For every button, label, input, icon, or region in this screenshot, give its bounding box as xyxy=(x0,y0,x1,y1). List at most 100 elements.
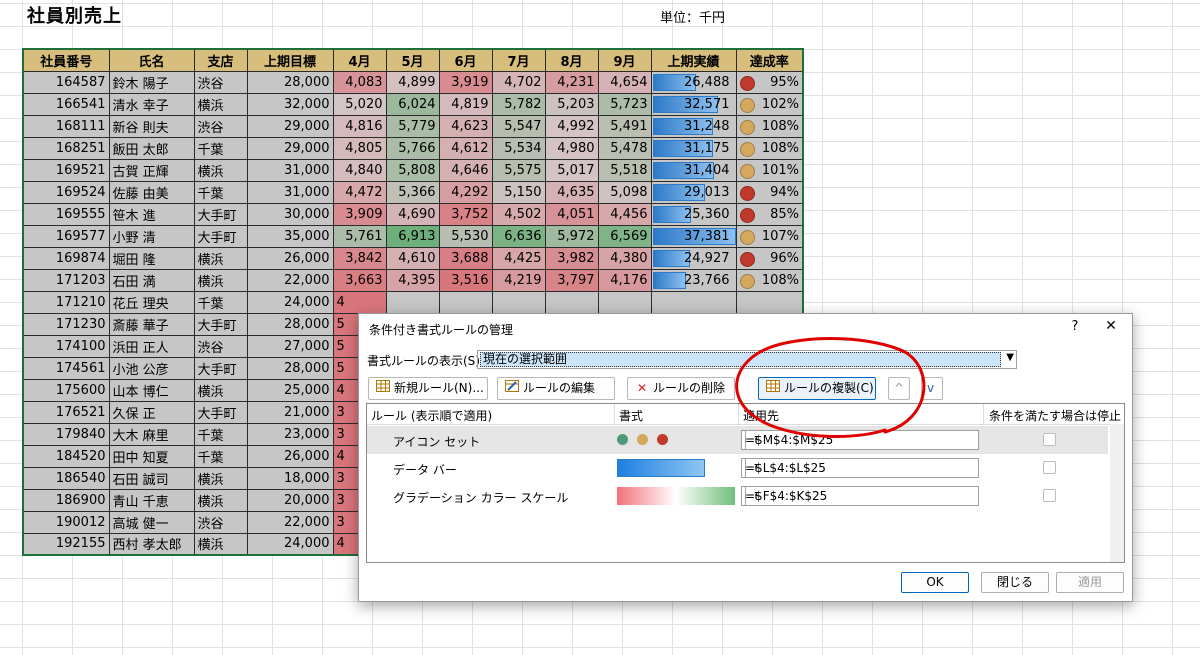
actual-total-cell[interactable]: 24,927 xyxy=(650,246,737,270)
actual-total-cell[interactable]: 25,360 xyxy=(650,202,737,226)
achievement-rate-cell[interactable]: 108% xyxy=(735,268,804,292)
table-row[interactable]: 169874 堀田 隆横浜 26,000 3,842 4,610 3,688 4,425 3,… xyxy=(22,246,804,270)
monthly-sales-cell[interactable]: 5,518 xyxy=(597,158,652,182)
employee-name-cell[interactable]: 古賀 正輝 xyxy=(108,158,195,182)
ok-button[interactable]: OK xyxy=(901,572,969,593)
branch-cell[interactable]: 千葉 xyxy=(193,136,248,160)
monthly-sales-cell[interactable]: 3,842 xyxy=(332,246,387,270)
monthly-sales-cell[interactable]: 5,779 xyxy=(385,114,440,138)
employee-id-cell[interactable]: 169577 xyxy=(22,224,110,248)
employee-id-cell[interactable]: 171230 xyxy=(22,312,110,336)
actual-total-cell[interactable]: 29,013 xyxy=(650,180,737,204)
table-row[interactable]: 169555 笹木 進大手町 30,000 3,909 4,690 3,752 4,502 4… xyxy=(22,202,804,226)
monthly-sales-cell[interactable]: 5,972 xyxy=(544,224,599,248)
employee-name-cell[interactable]: 久保 正 xyxy=(108,400,195,424)
delete-rule-button[interactable]: ✕ルールの削除(D) xyxy=(627,377,735,416)
monthly-sales-cell[interactable]: 4,840 xyxy=(332,158,387,182)
monthly-sales-cell[interactable]: 5,766 xyxy=(385,136,440,160)
applies-to-input[interactable]: =$L$4:$L$25 ⭱ xyxy=(741,458,979,478)
target-cell[interactable]: 22,000 xyxy=(246,268,334,292)
actual-total-cell[interactable]: 32,571 xyxy=(650,92,737,116)
target-cell[interactable]: 31,000 xyxy=(246,158,334,182)
achievement-rate-cell[interactable]: 94% xyxy=(735,180,804,204)
rule-row-data-bar[interactable]: データ バー =$L$4:$L$25 ⭱ xyxy=(367,454,1108,482)
dialog-titlebar[interactable]: 条件付き書式ルールの管理 ? ✕ xyxy=(359,314,1132,344)
monthly-sales-cell[interactable]: 4,635 xyxy=(544,180,599,204)
monthly-sales-cell[interactable]: 4,992 xyxy=(544,114,599,138)
close-button[interactable]: 閉じる xyxy=(981,572,1049,593)
column-divider[interactable] xyxy=(738,404,739,424)
target-cell[interactable]: 22,000 xyxy=(246,510,334,534)
table-row[interactable]: 166541 清水 幸子 横浜 32,000 5,020 6,024 4,819 5,782 5… xyxy=(22,92,804,116)
target-cell[interactable]: 24,000 xyxy=(246,532,334,556)
branch-cell[interactable]: 大手町 xyxy=(193,312,248,336)
monthly-sales-cell[interactable]: 5,150 xyxy=(491,180,546,204)
monthly-sales-cell[interactable]: 4,472 xyxy=(332,180,387,204)
employee-name-cell[interactable]: 大木 麻里 xyxy=(108,422,195,446)
achievement-rate-cell[interactable]: 107% xyxy=(735,224,804,248)
monthly-sales-cell[interactable]: 3,663 xyxy=(332,268,387,292)
target-cell[interactable]: 26,000 xyxy=(246,444,334,468)
duplicate-rule-button[interactable]: ルールの複製(C) xyxy=(758,377,876,400)
employee-name-cell[interactable]: 西村 孝太郎 xyxy=(108,532,195,556)
table-row[interactable]: 168251 飯田 太郎 千葉 29,000 4,805 5,766 4,612 5,534 4… xyxy=(22,136,804,160)
employee-name-cell[interactable]: 山本 博仁 xyxy=(108,378,195,402)
achievement-rate-cell[interactable] xyxy=(735,290,804,314)
monthly-sales-cell[interactable]: 4 xyxy=(332,290,387,314)
monthly-sales-cell[interactable]: 4,816 xyxy=(332,114,387,138)
monthly-sales-cell[interactable]: 4,231 xyxy=(544,70,599,94)
target-cell[interactable]: 35,000 xyxy=(246,224,334,248)
monthly-sales-cell[interactable]: 4,219 xyxy=(491,268,546,292)
target-cell[interactable]: 24,000 xyxy=(246,290,334,314)
actual-total-cell[interactable]: 31,248 xyxy=(650,114,737,138)
monthly-sales-cell[interactable] xyxy=(544,290,599,314)
employee-name-cell[interactable]: 田中 知夏 xyxy=(108,444,195,468)
column-header[interactable]: 4月 xyxy=(332,48,387,72)
column-divider[interactable] xyxy=(614,404,615,424)
column-header[interactable]: 5月 xyxy=(385,48,440,72)
monthly-sales-cell[interactable]: 5,366 xyxy=(385,180,440,204)
actual-total-cell[interactable]: 31,175 xyxy=(650,136,737,160)
employee-id-cell[interactable]: 174100 xyxy=(22,334,110,358)
monthly-sales-cell[interactable]: 4,292 xyxy=(438,180,493,204)
employee-name-cell[interactable]: 新谷 則夫 xyxy=(108,114,195,138)
target-cell[interactable]: 31,000 xyxy=(246,180,334,204)
monthly-sales-cell[interactable]: 5,491 xyxy=(597,114,652,138)
target-cell[interactable]: 26,000 xyxy=(246,246,334,270)
monthly-sales-cell[interactable]: 5,547 xyxy=(491,114,546,138)
monthly-sales-cell[interactable]: 4,690 xyxy=(385,202,440,226)
rule-scope-select[interactable]: 現在の選択範囲 ▼ xyxy=(477,350,1017,369)
actual-total-cell[interactable]: 26,488 xyxy=(650,70,737,94)
column-header[interactable]: 支店 xyxy=(193,48,248,72)
table-row[interactable]: 171210 花丘 理央 千葉 24,000 4 xyxy=(22,290,804,314)
branch-cell[interactable]: 横浜 xyxy=(193,378,248,402)
monthly-sales-cell[interactable]: 5,534 xyxy=(491,136,546,160)
branch-cell[interactable]: 千葉 xyxy=(193,290,248,314)
employee-id-cell[interactable]: 166541 xyxy=(22,92,110,116)
employee-name-cell[interactable]: 石田 満 xyxy=(108,268,195,292)
monthly-sales-cell[interactable]: 6,569 xyxy=(597,224,652,248)
move-up-button[interactable]: ^ xyxy=(888,377,910,400)
target-cell[interactable]: 32,000 xyxy=(246,92,334,116)
branch-cell[interactable]: 渋谷 xyxy=(193,334,248,358)
branch-cell[interactable]: 大手町 xyxy=(193,400,248,424)
stop-if-true-checkbox[interactable] xyxy=(1043,489,1056,502)
target-cell[interactable]: 28,000 xyxy=(246,70,334,94)
monthly-sales-cell[interactable]: 4,612 xyxy=(438,136,493,160)
target-cell[interactable]: 29,000 xyxy=(246,114,334,138)
range-picker-icon[interactable]: ⭱ xyxy=(745,459,766,477)
monthly-sales-cell[interactable]: 5,808 xyxy=(385,158,440,182)
monthly-sales-cell[interactable]: 5,098 xyxy=(597,180,652,204)
edit-rule-button[interactable]: ルールの編集(E)... xyxy=(497,377,615,416)
employee-id-cell[interactable]: 176521 xyxy=(22,400,110,424)
table-row[interactable]: 171203 石田 満横浜 22,000 3,663 4,395 3,516 4,219 3,… xyxy=(22,268,804,292)
target-cell[interactable]: 20,000 xyxy=(246,488,334,512)
branch-cell[interactable]: 大手町 xyxy=(193,356,248,380)
monthly-sales-cell[interactable]: 4,456 xyxy=(597,202,652,226)
employee-id-cell[interactable]: 171210 xyxy=(22,290,110,314)
monthly-sales-cell[interactable]: 4,980 xyxy=(544,136,599,160)
monthly-sales-cell[interactable]: 5,761 xyxy=(332,224,387,248)
employee-id-cell[interactable]: 169874 xyxy=(22,246,110,270)
achievement-rate-cell[interactable]: 102% xyxy=(735,92,804,116)
employee-name-cell[interactable]: 高城 健一 xyxy=(108,510,195,534)
